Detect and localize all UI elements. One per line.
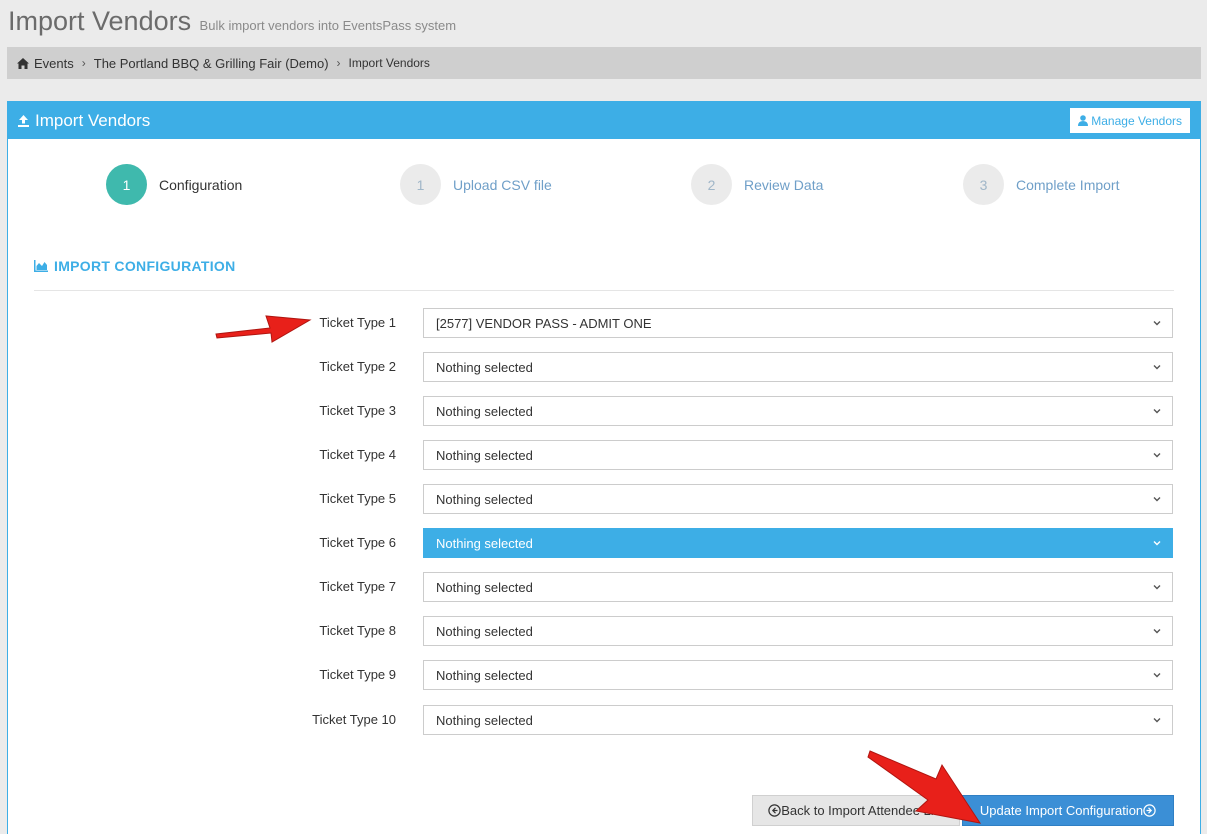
step-number: 1 [106, 164, 147, 205]
ticket-type-label: Ticket Type 9 [319, 667, 396, 682]
ticket-type-label: Ticket Type 2 [319, 359, 396, 374]
breadcrumb-item-events[interactable]: Events [34, 56, 74, 71]
ticket-type-4-select[interactable]: Nothing selected [423, 440, 1173, 470]
user-icon [1078, 115, 1089, 126]
ticket-type-10-select[interactable]: Nothing selected [423, 705, 1173, 735]
page-subtitle: Bulk import vendors into EventsPass syst… [199, 18, 457, 33]
select-value: Nothing selected [436, 359, 533, 375]
manage-vendors-label: Manage Vendors [1091, 113, 1182, 128]
ticket-type-row: Ticket Type 1 [2577] VENDOR PASS - ADMIT… [8, 308, 1200, 338]
ticket-type-label: Ticket Type 4 [319, 447, 396, 462]
panel-heading: Import Vendors Manage Vendors [8, 102, 1200, 139]
ticket-type-label: Ticket Type 1 [319, 315, 396, 330]
select-value: Nothing selected [436, 447, 533, 463]
step-label: Configuration [159, 176, 243, 193]
ticket-type-row: Ticket Type 2 Nothing selected [8, 352, 1200, 382]
update-import-configuration-button[interactable]: Update Import Configuration [962, 795, 1174, 826]
chevron-down-icon [1153, 673, 1161, 678]
wizard-step-complete-import[interactable]: 3 Complete Import [963, 164, 1119, 205]
ticket-type-row: Ticket Type 8 Nothing selected [8, 616, 1200, 646]
ticket-type-label: Ticket Type 7 [319, 579, 396, 594]
ticket-type-row: Ticket Type 4 Nothing selected [8, 440, 1200, 470]
breadcrumb: Events › The Portland BBQ & Grilling Fai… [7, 47, 1201, 79]
select-value: [2577] VENDOR PASS - ADMIT ONE [436, 315, 652, 331]
ticket-type-label: Ticket Type 5 [319, 491, 396, 506]
section-title: IMPORT CONFIGURATION [34, 258, 236, 274]
wizard-steps: 1 Configuration 1 Upload CSV file 2 Revi… [8, 164, 1200, 208]
chevron-down-icon [1153, 321, 1161, 326]
select-value: Nothing selected [436, 579, 533, 595]
update-button-label: Update Import Configuration [979, 803, 1144, 818]
chevron-down-icon [1153, 365, 1161, 370]
step-label: Review Data [744, 176, 824, 193]
select-value: Nothing selected [436, 712, 533, 728]
wizard-step-upload-csv[interactable]: 1 Upload CSV file [400, 164, 552, 205]
chevron-right-icon: › [81, 56, 86, 70]
ticket-type-label: Ticket Type 8 [319, 623, 396, 638]
ticket-type-label: Ticket Type 10 [312, 712, 396, 727]
breadcrumb-item-event[interactable]: The Portland BBQ & Grilling Fair (Demo) [94, 56, 329, 71]
divider [34, 290, 1174, 291]
chevron-down-icon [1153, 497, 1161, 502]
select-value: Nothing selected [436, 535, 533, 551]
back-to-import-attendee-list-button[interactable]: Back to Import Attendee List [752, 795, 960, 826]
breadcrumb-item-current: Import Vendors [348, 56, 430, 70]
chevron-down-icon [1153, 409, 1161, 414]
upload-icon [18, 114, 29, 127]
back-button-label: Back to Import Attendee List [781, 803, 944, 818]
panel-title-text: Import Vendors [35, 110, 151, 130]
step-label: Upload CSV file [453, 176, 552, 193]
select-value: Nothing selected [436, 403, 533, 419]
chevron-down-icon [1153, 585, 1161, 590]
ticket-type-1-select[interactable]: [2577] VENDOR PASS - ADMIT ONE [423, 308, 1173, 338]
ticket-type-7-select[interactable]: Nothing selected [423, 572, 1173, 602]
ticket-type-row: Ticket Type 10 Nothing selected [8, 705, 1200, 735]
page-title: Import Vendors [8, 6, 192, 36]
ticket-type-2-select[interactable]: Nothing selected [423, 352, 1173, 382]
ticket-type-6-select[interactable]: Nothing selected [423, 528, 1173, 558]
page-header: Import Vendors Bulk import vendors into … [8, 6, 456, 37]
step-label: Complete Import [1016, 176, 1120, 193]
ticket-type-row: Ticket Type 7 Nothing selected [8, 572, 1200, 602]
ticket-type-3-select[interactable]: Nothing selected [423, 396, 1173, 426]
select-value: Nothing selected [436, 491, 533, 507]
select-value: Nothing selected [436, 667, 533, 683]
panel-title: Import Vendors [18, 111, 150, 131]
home-icon [17, 57, 29, 69]
step-number: 2 [691, 164, 732, 205]
ticket-type-9-select[interactable]: Nothing selected [423, 660, 1173, 690]
ticket-type-row: Ticket Type 3 Nothing selected [8, 396, 1200, 426]
ticket-type-label: Ticket Type 3 [319, 403, 396, 418]
ticket-type-5-select[interactable]: Nothing selected [423, 484, 1173, 514]
arrow-circle-right-icon [1143, 804, 1156, 817]
wizard-step-review-data[interactable]: 2 Review Data [691, 164, 823, 205]
ticket-type-row: Ticket Type 5 Nothing selected [8, 484, 1200, 514]
chevron-right-icon: › [336, 56, 341, 70]
chevron-down-icon [1153, 541, 1161, 546]
section-title-text: IMPORT CONFIGURATION [54, 258, 236, 274]
ticket-type-8-select[interactable]: Nothing selected [423, 616, 1173, 646]
ticket-type-label: Ticket Type 6 [319, 535, 396, 550]
manage-vendors-button[interactable]: Manage Vendors [1070, 108, 1190, 133]
area-chart-icon [34, 260, 48, 272]
wizard-step-configuration[interactable]: 1 Configuration [106, 164, 242, 205]
step-number: 1 [400, 164, 441, 205]
ticket-type-row: Ticket Type 6 Nothing selected [8, 528, 1200, 558]
arrow-circle-left-icon [768, 804, 781, 817]
import-panel: Import Vendors Manage Vendors 1 Configur… [7, 101, 1201, 834]
chevron-down-icon [1153, 629, 1161, 634]
select-value: Nothing selected [436, 623, 533, 639]
chevron-down-icon [1153, 453, 1161, 458]
step-number: 3 [963, 164, 1004, 205]
chevron-down-icon [1153, 718, 1161, 723]
ticket-type-row: Ticket Type 9 Nothing selected [8, 660, 1200, 690]
